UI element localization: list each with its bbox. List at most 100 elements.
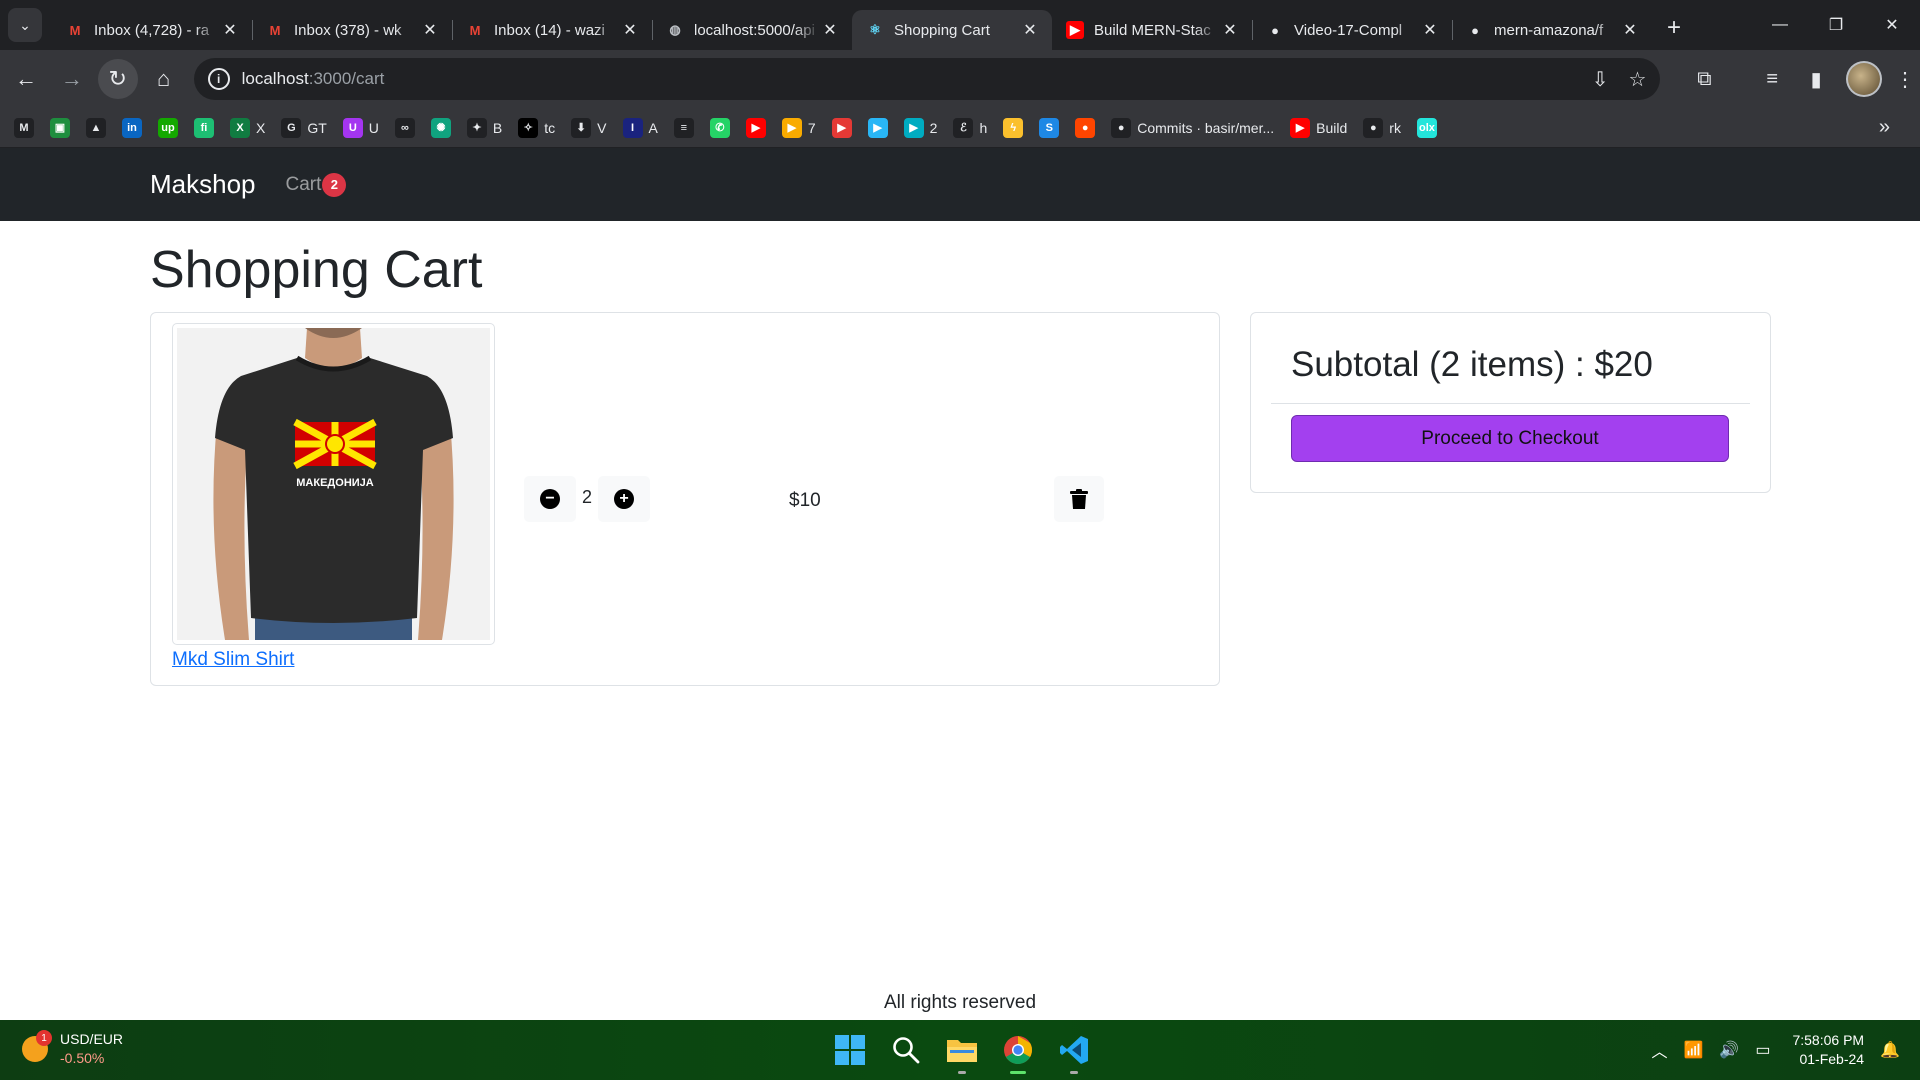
bookmark-14[interactable]: ⬇ V xyxy=(571,117,607,138)
bookmark-2[interactable]: ▣ xyxy=(50,117,70,138)
restore-button[interactable]: ❐ xyxy=(1808,0,1864,50)
new-tab-button[interactable]: + xyxy=(1656,10,1692,46)
chrome-button[interactable] xyxy=(998,1030,1038,1074)
bookmark-1[interactable]: M xyxy=(14,117,34,138)
bookmark-19[interactable]: ▶ 7 xyxy=(781,117,816,138)
lightning-icon: ϟ xyxy=(1003,117,1024,138)
reload-button[interactable]: ↻ xyxy=(97,59,138,99)
bookmark-26[interactable]: ● xyxy=(1075,117,1096,138)
close-tab-icon[interactable]: ✕ xyxy=(820,20,840,40)
gmail-icon: M xyxy=(469,22,481,38)
bookmark-8[interactable]: G GT xyxy=(281,117,327,138)
product-name-link[interactable]: Mkd Slim Shirt xyxy=(172,649,294,671)
currency-widget[interactable]: 1 USD/EUR -0.50% xyxy=(22,1030,123,1068)
bookmark-23[interactable]: ℰh xyxy=(953,117,987,138)
bard-icon: ✦ xyxy=(466,117,487,138)
tab-3[interactable]: M Inbox (14) - wazi ✕ xyxy=(452,10,652,50)
shirt-print-text: МАКЕДОНИЈА xyxy=(296,477,374,489)
tab-title: Inbox (14) - wazi xyxy=(494,21,605,39)
bookmark-11[interactable]: ✺ xyxy=(430,117,451,138)
extensions-icon[interactable]: ⧉ xyxy=(1682,68,1726,91)
bookmark-25[interactable]: S xyxy=(1039,117,1060,138)
tab-5[interactable]: ⚛ Shopping Cart ✕ xyxy=(852,10,1052,50)
bookmark-12[interactable]: ✦ B xyxy=(466,117,502,138)
bookmark-28[interactable]: ▶ Build xyxy=(1290,117,1347,138)
reddit-icon: ● xyxy=(1075,117,1096,138)
bookmark-21[interactable]: ▶ xyxy=(867,117,888,138)
bookmark-24[interactable]: ϟ xyxy=(1003,117,1024,138)
site-info-icon[interactable]: i xyxy=(207,68,230,90)
quantity-value: 2 xyxy=(581,486,592,507)
profile-avatar[interactable] xyxy=(1846,61,1883,97)
bookmark-9[interactable]: UU xyxy=(342,117,379,138)
tab-4[interactable]: ◍ localhost:5000/api ✕ xyxy=(652,10,852,50)
bookmark-29[interactable]: ● rk xyxy=(1363,117,1401,138)
address-bar[interactable]: i localhost:3000/cart ⇩ ☆ xyxy=(193,58,1661,100)
file-explorer-button[interactable] xyxy=(942,1030,982,1074)
close-tab-icon[interactable]: ✕ xyxy=(420,20,440,40)
home-button[interactable]: ⌂ xyxy=(144,59,184,99)
clock[interactable]: 7:58:06 PM 01-Feb-24 xyxy=(1792,1031,1864,1069)
increase-quantity-button[interactable]: + xyxy=(598,476,650,522)
bookmark-17[interactable]: ✆ xyxy=(709,117,730,138)
close-window-button[interactable]: ✕ xyxy=(1864,0,1920,50)
bookmark-4[interactable]: in xyxy=(122,117,142,138)
cart-link-label: Cart xyxy=(285,173,322,195)
close-tab-icon[interactable]: ✕ xyxy=(1020,20,1040,40)
tab-2[interactable]: M Inbox (378) - wk ✕ xyxy=(252,10,452,50)
bookmark-22[interactable]: ▶ 2 xyxy=(903,117,937,138)
tab-1[interactable]: M Inbox (4,728) - ra ✕ xyxy=(52,10,252,50)
cart-items-card: МАКЕДОНИЈА Mkd Slim Shirt − 2 + $10 xyxy=(150,312,1220,686)
more-bookmarks-icon[interactable]: » xyxy=(1879,116,1890,139)
close-tab-icon[interactable]: ✕ xyxy=(1220,20,1240,40)
bookmark-label: Commits · basir/mer... xyxy=(1137,119,1275,136)
media-controls-icon[interactable]: ≡ xyxy=(1750,68,1794,91)
back-button[interactable]: ← xyxy=(6,59,46,99)
bookmark-15[interactable]: IA xyxy=(622,117,658,138)
bookmark-30[interactable]: olx xyxy=(1416,117,1437,138)
bookmark-7[interactable]: XX xyxy=(230,117,265,138)
start-button[interactable] xyxy=(830,1030,870,1070)
close-tab-icon[interactable]: ✕ xyxy=(1420,20,1440,40)
site-navbar: Makshop Cart 2 xyxy=(0,148,1920,221)
volume-icon[interactable]: 🔊 xyxy=(1719,1040,1739,1060)
proceed-to-checkout-button[interactable]: Proceed to Checkout xyxy=(1291,415,1729,462)
close-tab-icon[interactable]: ✕ xyxy=(220,20,240,40)
remove-item-button[interactable] xyxy=(1054,476,1104,522)
bookmark-3[interactable]: ▲ xyxy=(86,117,106,138)
wifi-icon[interactable]: 📶 xyxy=(1684,1040,1704,1060)
bookmark-10[interactable]: ∞ xyxy=(394,117,415,138)
search-button[interactable] xyxy=(886,1030,926,1070)
side-panel-icon[interactable]: ▮ xyxy=(1794,67,1838,92)
bookmark-20[interactable]: ▶ xyxy=(831,117,852,138)
chatgpt-icon: ✺ xyxy=(430,117,451,138)
forward-button[interactable]: → xyxy=(52,59,92,99)
menu-kebab-icon[interactable]: ⋮ xyxy=(1890,67,1920,92)
bookmark-16[interactable]: ≡ xyxy=(673,117,694,138)
bookmark-6[interactable]: fi xyxy=(194,117,214,138)
tab-8[interactable]: ● mern-amazona/f ✕ xyxy=(1452,10,1652,50)
tab-title: mern-amazona/f xyxy=(1494,21,1604,39)
minimize-button[interactable]: — xyxy=(1752,0,1808,50)
close-tab-icon[interactable]: ✕ xyxy=(620,20,640,40)
bookmark-5[interactable]: up xyxy=(158,117,178,138)
battery-icon[interactable]: ▭ xyxy=(1755,1040,1770,1060)
brand-logo-link[interactable]: Makshop xyxy=(150,169,256,200)
close-tab-icon[interactable]: ✕ xyxy=(1620,20,1640,40)
bookmark-18[interactable]: ▶ xyxy=(745,117,766,138)
decrease-quantity-button[interactable]: − xyxy=(524,476,576,522)
tab-7[interactable]: ● Video-17-Compl ✕ xyxy=(1252,10,1452,50)
bookmark-label: V xyxy=(597,119,607,136)
install-app-icon[interactable]: ⇩ xyxy=(1592,67,1609,92)
gmail-icon: M xyxy=(269,22,281,38)
bookmark-13[interactable]: ✧ tc xyxy=(518,117,555,138)
tab-search-button[interactable]: ⌄ xyxy=(8,8,42,42)
notification-bell-icon[interactable]: 🔔 xyxy=(1880,1040,1900,1060)
bookmark-27[interactable]: ● Commits · basir/mer... xyxy=(1111,117,1275,138)
tab-6[interactable]: ▶ Build MERN-Stac ✕ xyxy=(1052,10,1252,50)
bookmark-star-icon[interactable]: ☆ xyxy=(1628,67,1646,92)
vscode-button[interactable] xyxy=(1054,1030,1094,1074)
cart-link[interactable]: Cart 2 xyxy=(285,172,347,197)
show-hidden-icons-chevron-icon[interactable]: ︿ xyxy=(1651,1038,1667,1062)
upwork-icon: up xyxy=(158,117,178,138)
